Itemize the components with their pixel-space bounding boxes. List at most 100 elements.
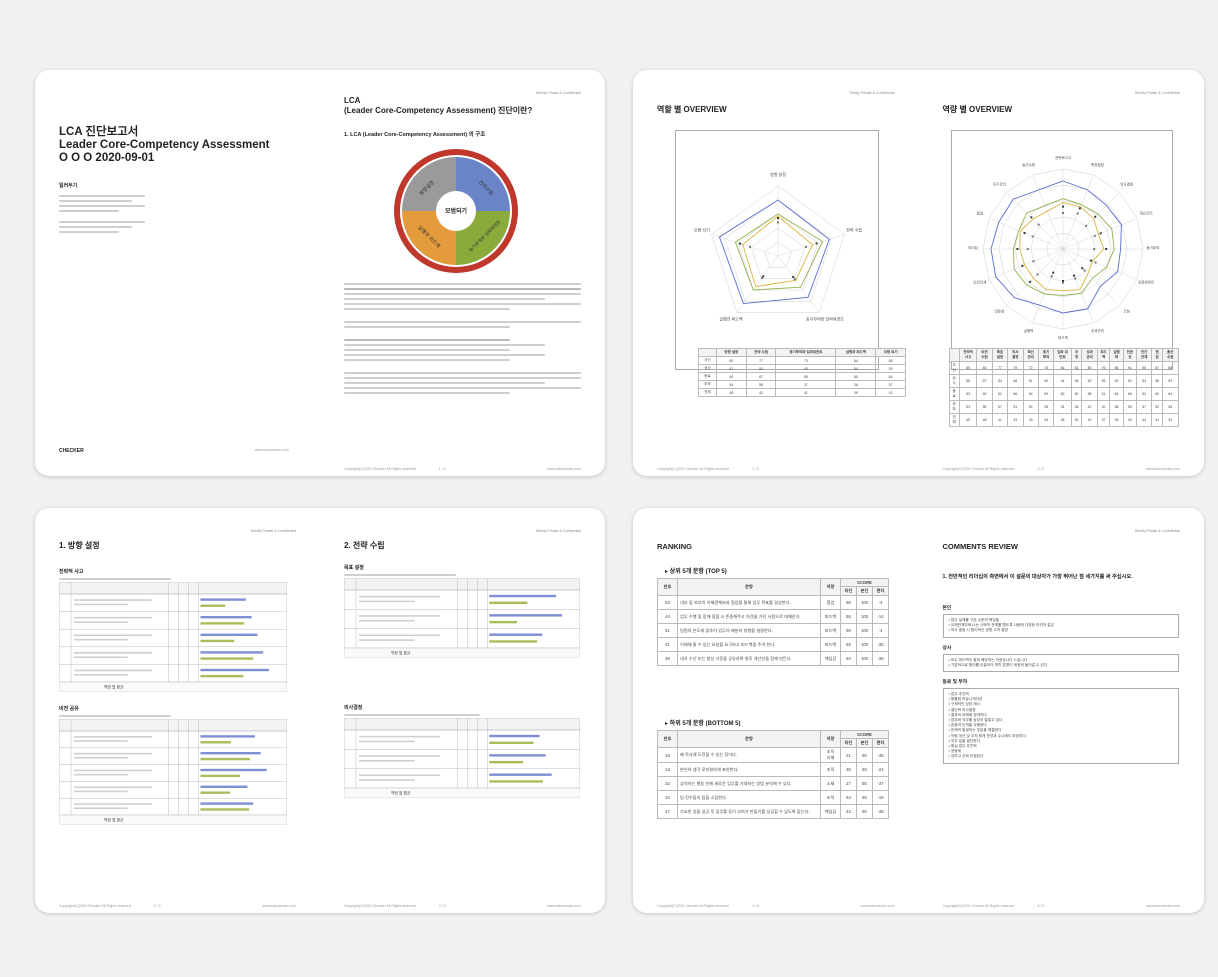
comp-table-cell: 59 [1037,387,1055,401]
comment-item: • 기본적으로 합리를 이끌어가 파악 분명이 세워져 들어갈 수 있다. [948,662,1049,667]
footer-copyright: Copyright(C)2020 Checker All Rights rese… [657,904,729,908]
comp-table-cell: 45 [958,413,978,427]
col-others: 타인 [840,586,857,596]
score-bar-self [489,601,528,604]
role-table-cell: 64 [875,372,906,381]
footer-website: www.educhecker.com [1146,904,1180,908]
role-radar-spoke [777,234,845,257]
score-bar-others [200,633,258,636]
col-others: 타인 [840,738,857,748]
comp-table-cell: 55 [1122,400,1137,414]
score-bar-self [489,620,518,624]
bottom5-cell: 42 [840,804,857,819]
comp-table-cell: 60 [976,387,993,401]
strategy-page: Strictly Private & Confidential 2. 전략 수립… [320,508,605,913]
footer-page-number: 3 / 5 [153,904,161,908]
bottom5-cell: 조직 [820,790,841,805]
comp-table-cell: 66 [1122,387,1137,401]
top5-cell: 내부 및 외부의 이해관계자와 협업을 통해 업무 목표를 달성한다. [677,595,821,610]
comp-table-col-header: 임파 워먼트 [1053,348,1072,362]
item-text [359,639,415,641]
top5-row: 41 이해해 줄 수 있는 요청을 요구하고 피드백을 주려 한다. 피드백 65 10… [657,637,889,652]
comp-table-cell: 53 [958,400,978,414]
role-table-cell: 60 [716,372,747,381]
col-gap: 편차 [872,586,889,596]
item-text [74,752,152,755]
comp-table-col-header: 혁신 관리 [1022,348,1039,362]
score-bar-self [200,808,250,811]
comp-table-cell: 57 [991,400,1009,414]
comp-radar-point-부하 [1020,264,1023,267]
comp-radar-axis-label: 의사결정 [1120,181,1133,186]
comp-table-col-header: 의사 결정 [1007,348,1024,362]
role-radar-point-전체 [804,245,807,248]
bottom5-cell: 80 [856,804,873,819]
score-bar-others [200,598,246,601]
bottom5-heading: ▸ 하위 5개 문항 (BOTTOM 5) [665,721,741,727]
comp-table-cell: 40 [1037,374,1055,388]
top5-cell: 65 [840,637,857,652]
comp-table-cell: 43 [1007,413,1024,427]
comp-radar-spoke [1005,192,1063,250]
comp-table-cell: 77 [991,361,1009,375]
comp-table-cell: 80 [976,361,993,375]
item-text [74,674,128,676]
role-table-row: 동료 60 67 55 60 64 [697,372,906,381]
role-table-cell: 43 [775,364,837,373]
top5-cell: 100 [856,609,873,624]
report-title-line-3: O O O 2020-09-01 [59,152,155,164]
confidential-label: Strictly Private & Confidential [849,91,895,95]
comp-table-cell: 52 [1151,400,1163,414]
item-table-svg: 역량 별 평균 [58,718,288,826]
bottom5-cell: 본인의 생각 로지컬하게 표현한다. [677,762,821,777]
top5-row: 44 업무 수행 및 함께 일할 시 존중해주고 의견을 가진 사람으로 대해준다… [657,609,889,624]
comp-radar-point-전체 [1093,234,1096,237]
score-bar-self [200,774,241,778]
page-title: LCA (Leader Core-Competency Assessment) … [344,96,533,115]
confidential-label: Strictly Private & Confidential [535,529,581,533]
bottom5-cell: 34 [657,790,678,805]
comp-radar-axis-label: 동기부여 [1146,245,1159,250]
role-table-cell: 88 [875,356,906,365]
score-bar-others [489,754,546,757]
brand-logo: CHECKER [59,448,84,454]
cover-website: www.educhecker.com [255,448,289,452]
score-bar-self [489,780,544,783]
role-radar-point-부하 [777,217,779,220]
comp-radar-axis-label: 전략적사고 [1054,155,1071,160]
footer-copyright: Copyright(C)2020 Checker All Rights rese… [344,467,416,471]
comp-radar-axis-label: 실행력 [1023,328,1033,333]
role-table-cell: 67 [745,372,777,381]
comp-radar-point-전체 [1094,261,1097,264]
footer-copyright: Copyright(C)2020 Checker All Rights rese… [942,904,1015,908]
score-bar-others [489,734,540,738]
item-text [74,634,152,637]
comp-table-cell: 58 [1081,387,1098,401]
comp-table-col-header: 인간 관계 [1135,348,1153,362]
comment-box: • 모두 피드백이 잘되 예방하는 하였습니다 느낍니다. • 기본적으로 합리를… [942,653,1179,673]
top5-cell: 96 [840,595,857,610]
confidential-label: Strictly Private & Confidential [1134,91,1180,95]
role-table-col-header: 실행과 피드백 [835,348,877,357]
score-bar-self [200,791,231,794]
comp-table-cell: 45 [1109,413,1124,427]
col-score: SCORE [840,578,889,587]
comp-radar-point-전체 [1092,248,1095,250]
item-text [359,740,415,743]
score-bar-others [200,802,254,805]
role-radar-axis-label: 전략 수립 [846,226,862,232]
section-title: 1. LCA (Leader Core-Competency Assessmen… [344,132,486,138]
score-bar-others [200,752,261,755]
comp-table-cell: 66 [1053,361,1072,375]
role-radar-point-전체 [777,221,779,224]
comp-radar-point-전체 [1073,277,1076,280]
bottom5-cell: 35 [840,762,857,777]
role-radar-axis-label: 동기부여와 임파워먼트 [806,316,844,322]
score-bar-others [489,773,552,776]
role-table-cell: 55 [775,372,837,381]
item-text [74,803,152,805]
comp-table-col-header: 전문 성 [1122,348,1137,362]
role-radar-svg: 방향 설정전략 수립동기부여와 임파워먼트 실행과 피드백 모범 되기 [694,171,862,322]
report-title: LCA 진단보고서 Leader Core-Competency Assessm… [59,126,269,165]
role-table-row: 전체 48 42 41 39 42 [697,388,906,397]
